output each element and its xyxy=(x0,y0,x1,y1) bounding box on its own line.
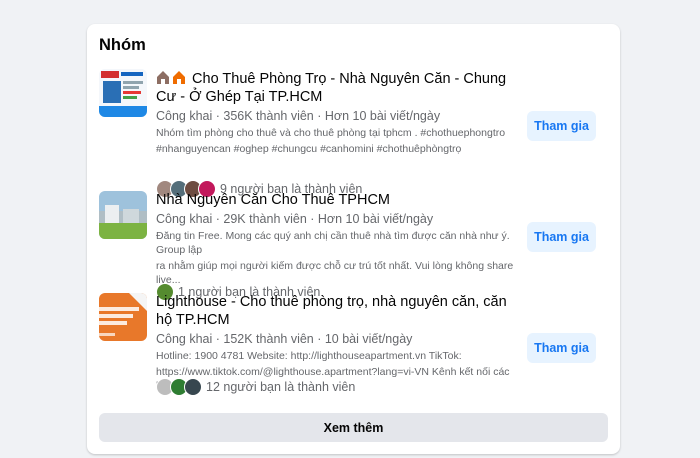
group-info: Nhà Nguyên Căn Cho Thuê TPHCM Công khai … xyxy=(156,191,516,287)
group-meta: Công khai · 152K thành viên · 10 bài viế… xyxy=(156,332,413,346)
group-meta: Công khai · 29K thành viên · Hơn 10 bài … xyxy=(156,212,434,226)
group-name[interactable]: Cho Thuê Phòng Trọ - Nhà Nguyên Căn - Ch… xyxy=(156,69,516,106)
group-thumbnail[interactable] xyxy=(99,293,147,341)
group-name-text[interactable]: Cho Thuê Phòng Trọ - Nhà Nguyên Căn - Ch… xyxy=(156,71,506,105)
groups-card: Nhóm Cho Thuê Phòng Trọ - Nhà Nguyên Căn… xyxy=(87,24,620,454)
group-info: Cho Thuê Phòng Trọ - Nhà Nguyên Căn - Ch… xyxy=(156,69,516,156)
group-item: Nhà Nguyên Căn Cho Thuê TPHCM Công khai … xyxy=(99,191,608,301)
group-meta: Công khai · 356K thành viên · Hơn 10 bài… xyxy=(156,109,441,123)
group-thumbnail[interactable] xyxy=(99,191,147,239)
group-description-line2: #nhanguyencan #oghep #chungcu #canhomini… xyxy=(156,143,462,155)
see-more-button[interactable]: Xem thêm xyxy=(99,413,608,442)
join-button[interactable]: Tham gia xyxy=(527,111,596,141)
friend-avatar[interactable] xyxy=(184,378,202,396)
house-emoji-icon xyxy=(156,69,188,85)
group-item: Lighthouse - Cho thuê phòng trọ, nhà ngu… xyxy=(99,293,608,403)
group-item: Cho Thuê Phòng Trọ - Nhà Nguyên Căn - Ch… xyxy=(99,69,608,198)
group-name[interactable]: Nhà Nguyên Căn Cho Thuê TPHCM xyxy=(156,191,516,209)
section-title: Nhóm xyxy=(99,36,146,54)
friends-row: 12 người bạn là thành viên xyxy=(156,377,355,397)
join-button[interactable]: Tham gia xyxy=(527,222,596,252)
group-thumbnail[interactable] xyxy=(99,69,147,117)
join-button[interactable]: Tham gia xyxy=(527,333,596,363)
group-description-line1: Nhóm tìm phòng cho thuê và cho thuê phòn… xyxy=(156,127,506,139)
group-description-line1: Hotline: 1900 4781 Website: http://light… xyxy=(156,350,462,362)
group-description-line1: Đăng tin Free. Mong các quý anh chị cần … xyxy=(156,230,510,256)
friends-text[interactable]: 12 người bạn là thành viên xyxy=(206,380,355,394)
group-name[interactable]: Lighthouse - Cho thuê phòng trọ, nhà ngu… xyxy=(156,293,516,329)
